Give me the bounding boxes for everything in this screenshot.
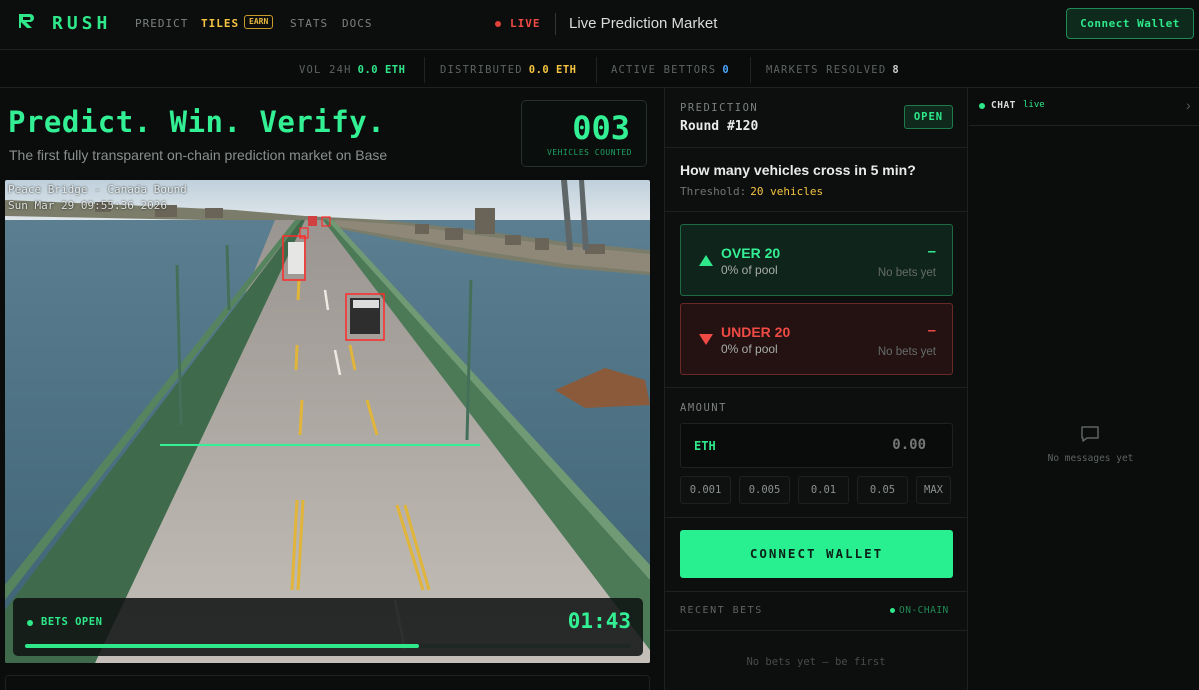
chat-title: CHAT — [991, 100, 1016, 111]
chat-panel: CHAT live › No messages yet — [969, 88, 1199, 690]
preset-max[interactable]: MAX — [916, 476, 951, 504]
stat-markets-resolved: MARKETS RESOLVED 8 — [766, 64, 900, 76]
divider — [665, 630, 967, 631]
amount-label: AMOUNT — [680, 402, 727, 414]
nav-predict[interactable]: PREDICT — [135, 17, 188, 30]
round-progress-fill — [25, 644, 419, 648]
onchain-badge: ON-CHAIN — [899, 605, 949, 616]
nav-docs[interactable]: DOCS — [342, 17, 373, 30]
under-title: UNDER 20 — [721, 324, 791, 340]
bets-open-label: BETS OPEN — [41, 616, 103, 628]
bets-open-dot — [27, 620, 33, 626]
bets-status-bar: BETS OPEN 01:43 — [13, 598, 643, 656]
camera-overlay-text: Peace Bridge - Canada Bound Sun Mar 29 0… — [8, 183, 187, 212]
threshold-text: Threshold: 20 vehicles — [680, 185, 824, 198]
stat-volume: VOL 24H 0.0 ETH — [299, 64, 406, 76]
prediction-section-label: PREDICTION — [680, 102, 759, 114]
stats-bar: VOL 24H 0.0 ETH DISTRIBUTED 0.0 ETH ACTIVE… — [0, 51, 1199, 88]
divider — [665, 211, 967, 212]
nav-stats[interactable]: STATS — [290, 17, 328, 30]
round-number: Round #120 — [680, 119, 759, 134]
stat-divider — [596, 57, 597, 83]
stat-active-bettors: ACTIVE BETTORS 0 — [611, 64, 730, 76]
bridge-camera-image — [5, 180, 650, 663]
prediction-panel: PREDICTION Round #120 OPEN How many vehi… — [664, 88, 968, 690]
arrow-up-icon — [699, 255, 713, 266]
divider — [665, 591, 967, 592]
hero-title: Predict. Win. Verify. — [8, 105, 386, 139]
rush-logo-icon[interactable] — [17, 12, 35, 30]
amount-field[interactable]: ETH — [680, 423, 953, 468]
recent-bets-label: RECENT BETS — [680, 605, 763, 616]
round-status-badge: OPEN — [904, 105, 953, 129]
under-pool-share: 0% of pool — [721, 342, 778, 356]
nav-tiles[interactable]: TILES — [201, 17, 239, 30]
connect-wallet-cta[interactable]: CONNECT WALLET — [680, 530, 953, 578]
recent-bets-empty: No bets yet — be first — [746, 656, 886, 668]
stat-distributed: DISTRIBUTED 0.0 ETH — [440, 64, 577, 76]
preset-0.05[interactable]: 0.05 — [857, 476, 908, 504]
brand-name[interactable]: RUSH — [52, 13, 111, 34]
live-indicator-dot — [495, 21, 501, 27]
prediction-question: How many vehicles cross in 5 min? — [680, 162, 916, 178]
preset-0.01[interactable]: 0.01 — [798, 476, 849, 504]
vehicle-count: 003 — [572, 109, 630, 147]
divider — [665, 387, 967, 388]
stat-divider — [750, 57, 751, 83]
speech-bubble-icon — [1081, 426, 1099, 442]
divider — [665, 517, 967, 518]
round-progress-track — [25, 644, 631, 648]
panel-edge — [5, 675, 650, 690]
vehicle-count-label: VEHICLES COUNTED — [546, 148, 632, 157]
over-value: – — [927, 243, 936, 260]
onchain-dot — [890, 608, 895, 613]
divider — [665, 147, 967, 148]
under-value: – — [927, 322, 936, 339]
preset-0.001[interactable]: 0.001 — [680, 476, 731, 504]
bet-over-option[interactable]: OVER 20 0% of pool – No bets yet — [680, 224, 953, 296]
chat-live-dot — [979, 103, 985, 109]
top-nav: RUSH PREDICT TILES EARN STATS DOCS LIVE … — [0, 0, 1199, 50]
hero-subtitle: The first fully transparent on-chain pre… — [9, 147, 388, 163]
chat-header[interactable]: CHAT live › — [969, 88, 1199, 126]
preset-0.005[interactable]: 0.005 — [739, 476, 790, 504]
amount-input[interactable] — [806, 437, 926, 453]
nav-divider — [555, 13, 556, 35]
amount-currency: ETH — [694, 439, 716, 453]
chat-empty-message: No messages yet — [1047, 453, 1134, 464]
bet-under-option[interactable]: UNDER 20 0% of pool – No bets yet — [680, 303, 953, 375]
round-timer: 01:43 — [567, 609, 631, 633]
stat-divider — [424, 57, 425, 83]
arrow-down-icon — [699, 334, 713, 345]
under-no-bets: No bets yet — [877, 346, 936, 358]
over-title: OVER 20 — [721, 245, 781, 261]
live-camera-feed[interactable]: Peace Bridge - Canada Bound Sun Mar 29 0… — [5, 180, 650, 663]
live-label: LIVE — [510, 17, 541, 30]
over-no-bets: No bets yet — [877, 267, 936, 279]
chat-status: live — [1023, 100, 1045, 110]
vehicle-counter: 003 VEHICLES COUNTED — [521, 100, 647, 167]
chevron-right-icon[interactable]: › — [1186, 97, 1191, 113]
connect-wallet-button[interactable]: Connect Wallet — [1066, 8, 1194, 39]
page-title: Live Prediction Market — [569, 15, 718, 32]
earn-badge: EARN — [244, 15, 274, 29]
over-pool-share: 0% of pool — [721, 263, 778, 277]
